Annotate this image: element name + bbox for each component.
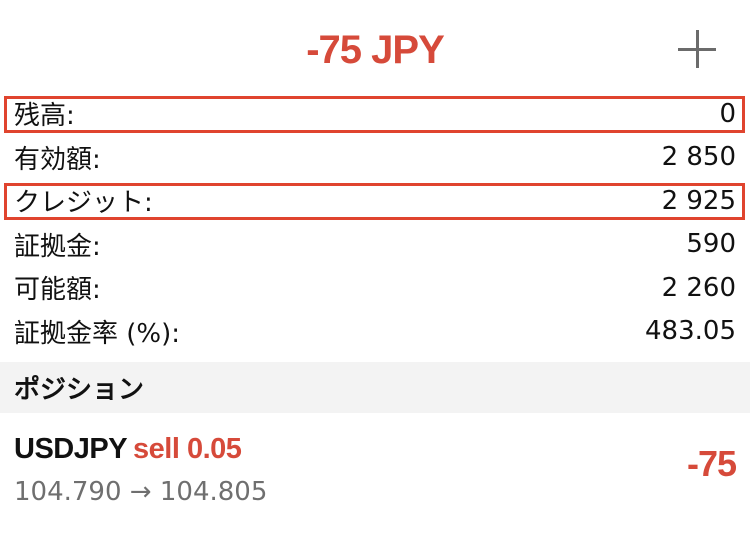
position-prices: 104.790 → 104.805: [14, 477, 267, 507]
summary-value: 483.05: [645, 316, 736, 347]
positions-section-header: ポジション: [0, 362, 750, 413]
summary-row-margin: 証拠金: 590: [0, 223, 750, 267]
summary-label: 有効額:: [14, 144, 101, 175]
summary-row-equity: 有効額: 2 850: [0, 136, 750, 180]
total-profit-label: -75 JPY: [306, 28, 445, 72]
summary-row-credit: クレジット: 2 925: [0, 179, 750, 223]
summary-value: 0: [719, 98, 736, 129]
summary-value: 2 925: [661, 185, 736, 216]
position-current-price: 104.805: [159, 477, 268, 507]
arrow-right-icon: →: [129, 477, 152, 507]
summary-row-margin-level: 証拠金率 (%): 483.05: [0, 310, 750, 354]
summary-value: 2 260: [661, 272, 736, 303]
account-summary: 残高: 0 有効額: 2 850 クレジット: 2 925 証拠金: 590 可…: [0, 92, 750, 353]
position-profit: -75: [686, 443, 737, 484]
summary-label: 証拠金率 (%):: [14, 318, 181, 349]
summary-label: 可能額:: [14, 275, 101, 306]
summary-label: クレジット:: [14, 188, 153, 219]
position-row[interactable]: USDJPY sell 0.05 104.790 → 104.805 -75: [0, 413, 750, 523]
summary-value: 2 850: [661, 142, 736, 173]
position-open-price: 104.790: [14, 477, 122, 507]
summary-row-balance: 残高: 0: [0, 92, 750, 136]
position-symbol: USDJPY: [14, 433, 128, 465]
summary-label: 証拠金:: [14, 231, 101, 262]
summary-label: 残高:: [14, 101, 75, 132]
plus-icon[interactable]: [678, 30, 716, 68]
position-title: USDJPY sell 0.05: [14, 433, 242, 466]
position-side-volume: sell 0.05: [133, 433, 242, 465]
summary-value: 590: [686, 229, 736, 260]
header: -75 JPY: [0, 0, 750, 92]
summary-row-free-margin: 可能額: 2 260: [0, 266, 750, 310]
